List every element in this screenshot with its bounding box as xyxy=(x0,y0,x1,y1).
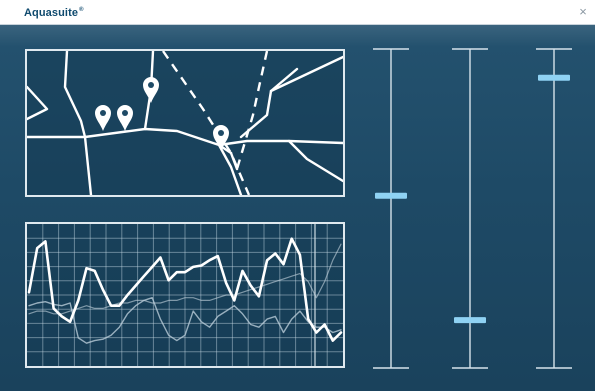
chart-panel xyxy=(25,222,345,368)
app-title-text: Aquasuite xyxy=(24,7,79,19)
content-highlight xyxy=(0,25,595,47)
trademark-symbol: ® xyxy=(79,7,84,14)
map-pin-icon[interactable] xyxy=(95,105,111,131)
map-panel[interactable] xyxy=(25,49,345,197)
map-pin-icon[interactable] xyxy=(213,125,229,151)
line-chart xyxy=(27,224,343,366)
map-pins xyxy=(95,77,229,151)
close-icon[interactable]: × xyxy=(575,4,591,20)
map-pin-icon[interactable] xyxy=(143,77,159,103)
title-bar: Aquasuite® × xyxy=(0,0,595,25)
map-pin-icon[interactable] xyxy=(117,105,133,131)
app-title: Aquasuite® xyxy=(24,7,84,19)
